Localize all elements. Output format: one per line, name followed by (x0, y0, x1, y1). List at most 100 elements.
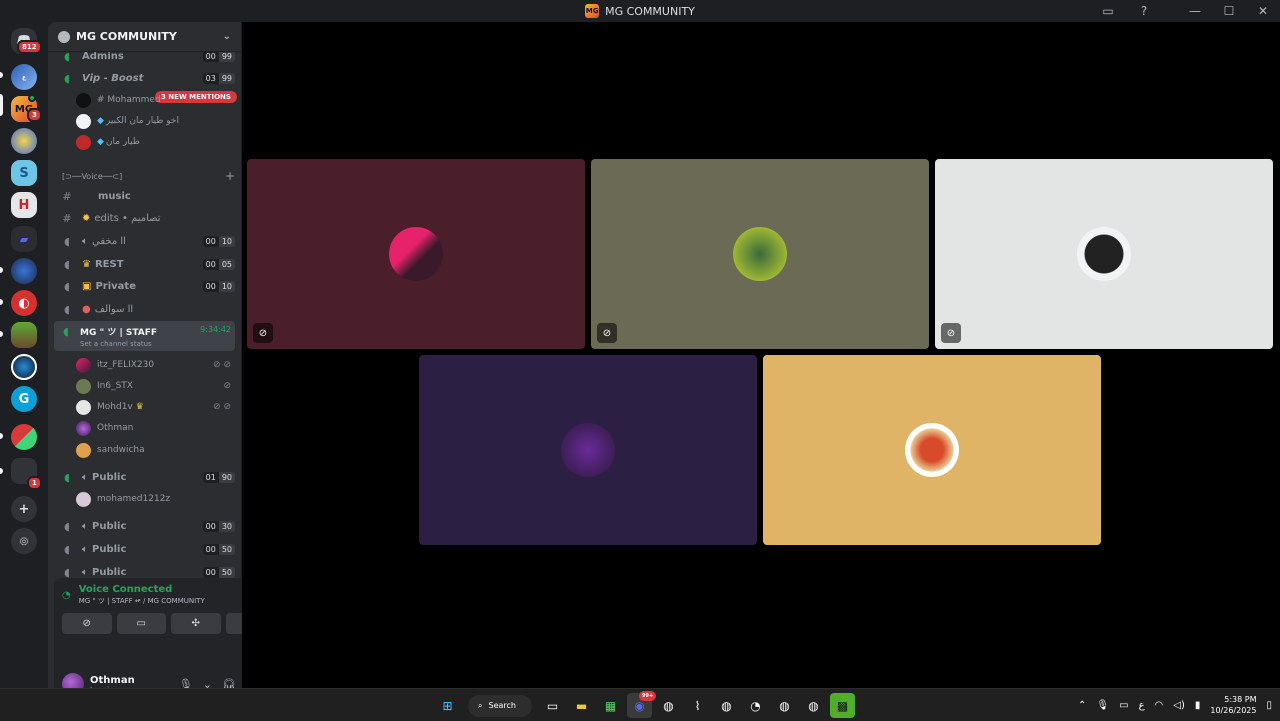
clock[interactable]: 5:38 PM 10/26/2025 (1210, 694, 1256, 716)
camera-button[interactable]: ⊘ (62, 613, 112, 634)
discover-icon[interactable]: ◎ (11, 528, 37, 554)
voice-member[interactable]: mohamed1212z (76, 489, 235, 509)
participant-avatar (1077, 227, 1131, 281)
channel-status[interactable]: Set a channel status (80, 340, 200, 348)
channel-admins[interactable]: ◖ Admins 00 99 (54, 52, 235, 66)
folder-icon[interactable]: ▰ (11, 226, 37, 252)
sun-icon: ✹ (82, 212, 91, 224)
server-icon-gamepad[interactable]: ◐ (11, 290, 37, 316)
chrome-icon[interactable]: ◍ (801, 693, 826, 718)
channel-public-4[interactable]: ◖ 🔈︎ Public 00 50 (54, 562, 235, 578)
channel-vip[interactable]: ◖ Vip - Boost 03 99 (54, 68, 235, 88)
speaker-icon: 🔈︎ (82, 566, 88, 578)
server-icon-circle[interactable] (11, 354, 37, 380)
activities-icon: ✣ (191, 618, 200, 629)
minecraft-icon[interactable]: ▩ (830, 693, 855, 718)
participant-tile[interactable]: ⊘ (247, 159, 585, 349)
help-icon[interactable]: ? (1134, 0, 1154, 22)
voice-icon: ◖ (63, 325, 69, 338)
server-icon-group[interactable] (11, 424, 37, 450)
voice-member[interactable]: sandwicha (76, 440, 235, 460)
volume-icon[interactable]: ◁) (1173, 700, 1185, 711)
muted-icon: ⊘ (223, 381, 231, 391)
task-view-icon[interactable]: ▭ (540, 693, 565, 718)
channel-staff[interactable]: ◖ MG " ツ | STAFF Set a channel status 9:… (54, 321, 235, 351)
search-box[interactable]: ⌕ Search (468, 694, 532, 717)
avatar (76, 491, 91, 507)
chevron-down-icon[interactable]: ⌄ (223, 31, 231, 42)
taskbar: ⊞ ⌕ Search ▭ ▬ ▦ ◉ 99+ ◍ ⌇ ◍ ◔ ◍ ◍ ▩ ⌃ 🎙… (0, 688, 1280, 720)
chrome-icon[interactable]: ◍ (714, 693, 739, 718)
participant-tile[interactable] (419, 355, 757, 545)
chrome-icon[interactable]: ◍ (656, 693, 681, 718)
server-icon-sonic[interactable] (11, 258, 37, 284)
server-icon-arabic[interactable]: ع (11, 64, 37, 90)
voice-member[interactable]: In6_STX ⊘ (76, 376, 235, 396)
chevron-up-icon[interactable]: ⌃ (1078, 700, 1086, 711)
battery-icon[interactable]: ▮ (1195, 700, 1201, 711)
voice-member[interactable]: ◆ طيار مان (76, 132, 235, 152)
discord-taskbar-icon[interactable]: ◉ 99+ (627, 691, 657, 718)
user-count: 01 90 (202, 471, 235, 483)
channel-private[interactable]: ◖ ▣ Private 00 10 (54, 276, 235, 296)
store-app-icon[interactable]: ▦ (598, 693, 623, 718)
voice-member[interactable]: Mohd1v ♛ ⊘ ⊘ (76, 397, 235, 417)
channel-public-2[interactable]: ◖ 🔈︎ Public 00 30 (54, 516, 235, 536)
channel-sawalif[interactable]: ◖ ● سوالف ll (54, 299, 235, 319)
server-icon-cartoon[interactable] (11, 128, 37, 154)
server-list: 812 ع MG 3 S H ▰ ◐ G 1 + ◎ (0, 22, 48, 688)
channel-music[interactable]: # music (54, 186, 235, 206)
channel-public-1[interactable]: ◖ 🔈︎ Public 01 90 (54, 467, 235, 487)
muted-icon: ⊘ ⊘ (213, 360, 231, 370)
wifi-icon[interactable]: ◠ (1155, 700, 1164, 711)
close-button[interactable]: ✕ (1246, 0, 1280, 22)
voice-member[interactable]: ◆ اخو طيار مان الكبير (76, 111, 235, 131)
app-icon[interactable]: ⌇ (685, 693, 710, 718)
voice-member[interactable]: Othman (76, 418, 235, 438)
display-icon[interactable]: ▭ (1119, 700, 1128, 711)
channel-rest[interactable]: ◖ ♛ REST 00 05 (54, 254, 235, 274)
server-icon-s[interactable]: S (11, 160, 37, 186)
channel-edits[interactable]: # ✹ edits • تصاميم (54, 208, 235, 228)
avatar (76, 442, 91, 458)
microphone-icon[interactable]: 🎙︎ (1096, 700, 1109, 711)
minimize-button[interactable]: — (1178, 0, 1212, 22)
maximize-button[interactable]: ☐ (1212, 0, 1246, 22)
chrome-icon[interactable]: ◍ (772, 693, 797, 718)
signal-icon[interactable]: ◔ (62, 590, 71, 601)
voice-icon: ◖ (64, 542, 70, 556)
window-title-text: MG COMMUNITY (605, 4, 695, 18)
screen-share-button[interactable]: ▭ (116, 613, 166, 634)
app-icon[interactable]: ◔ (743, 693, 768, 718)
activities-button[interactable]: ✣ (171, 613, 221, 634)
voice-location[interactable]: MG " ツ | STAFF ↫ / MG COMMUNITY (79, 596, 205, 606)
add-server-icon[interactable]: + (11, 496, 37, 522)
category-voice[interactable]: [⊃──Voice──⊂] + (62, 168, 235, 184)
hash-icon: # (62, 211, 72, 225)
participant-tile[interactable]: ⊘ (591, 159, 929, 349)
server-icon-minecraft[interactable] (11, 322, 37, 348)
channel-public-3[interactable]: ◖ 🔈︎ Public 00 50 (54, 539, 235, 559)
file-explorer-icon[interactable]: ▬ (569, 693, 594, 718)
unread-pill (0, 299, 3, 305)
user-name[interactable]: Othman (90, 675, 135, 686)
language-indicator[interactable]: ع (1139, 700, 1145, 711)
server-icon-h[interactable]: H (11, 192, 37, 218)
voice-member[interactable]: itz_FELIX230 ⊘ ⊘ (76, 355, 235, 375)
muted-icon: ⊘ ⊘ (213, 402, 231, 412)
inbox-icon[interactable]: ▭ (1098, 0, 1118, 22)
participant-avatar (561, 423, 615, 477)
server-icon-g[interactable]: G (11, 386, 37, 412)
voice-icon: ◖ (64, 470, 70, 484)
channel-mukhfi[interactable]: ◖ 🔈︎ مخفي ll 00 10 (54, 231, 235, 251)
participant-tile[interactable] (763, 355, 1101, 545)
add-channel-icon[interactable]: + (225, 169, 235, 183)
voice-member[interactable]: # Mohammed (76, 90, 235, 110)
unread-pill (0, 468, 3, 474)
windows-start-icon[interactable]: ⊞ (435, 693, 460, 718)
unread-pill (0, 72, 3, 78)
participant-tile[interactable]: ⊘ (935, 159, 1273, 349)
user-count: 00 50 (202, 543, 235, 555)
server-header[interactable]: MG COMMUNITY ⌄ (48, 22, 241, 52)
notification-icon[interactable]: ▯ (1266, 700, 1272, 711)
